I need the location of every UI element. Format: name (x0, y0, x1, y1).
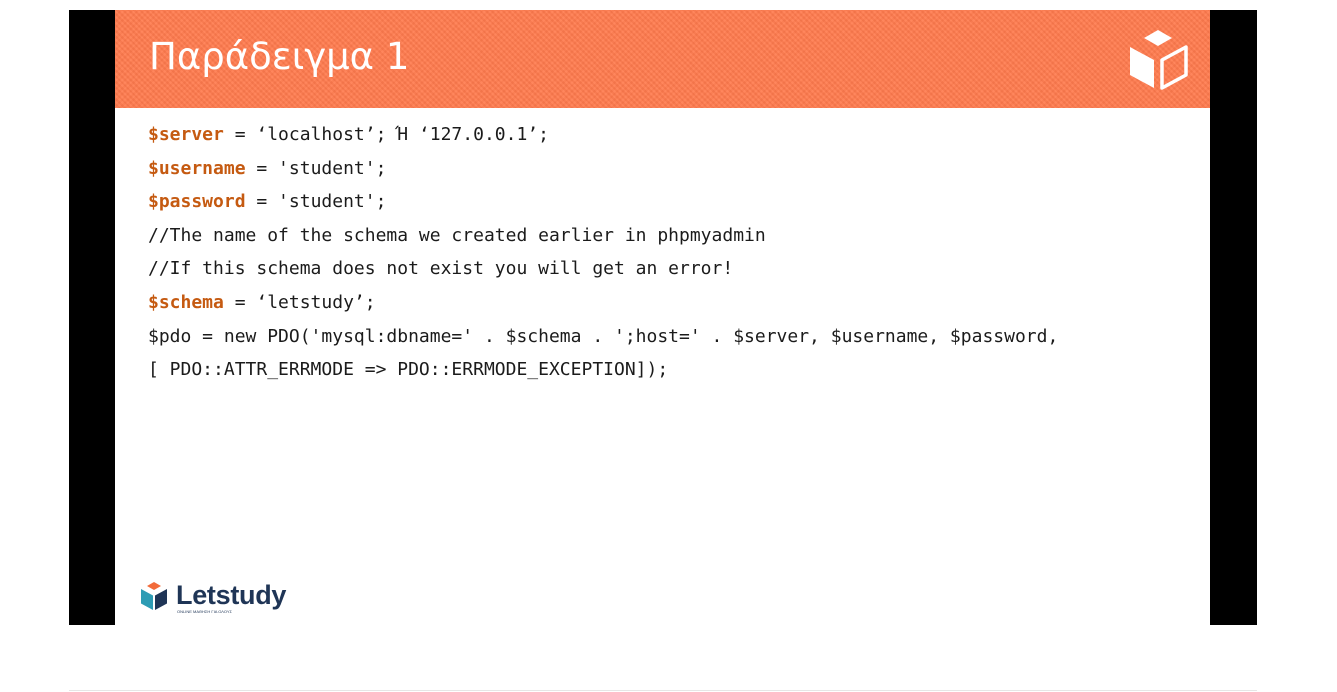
code-text: = 'student'; (245, 157, 387, 179)
code-line: $password = 'student'; (148, 185, 1058, 219)
letstudy-cube-icon (141, 582, 167, 610)
code-line: $server = ‘localhost’; Ή ‘127.0.0.1’; (148, 118, 1058, 152)
code-line: $pdo = new PDO('mysql:dbname=' . $schema… (148, 320, 1058, 354)
code-text: = 'student'; (245, 191, 387, 213)
code-line: //If this schema does not exist you will… (148, 252, 1058, 286)
code-text: $pdo = new PDO('mysql:dbname=' . $schema… (148, 325, 1059, 347)
video-frame[interactable]: Παράδειγμα 1 $server = ‘localhost’; Ή ‘1… (69, 10, 1257, 625)
letstudy-logo: Letstudy ONLINE ΜΑΘΗΣΗ ΓΙΑ ΟΛΟΥΣ (140, 581, 286, 614)
code-comment: //If this schema does not exist you will… (148, 258, 734, 280)
code-line: $username = 'student'; (148, 152, 1058, 186)
code-variable: $schema (148, 291, 224, 313)
code-variable: $username (148, 157, 246, 179)
bottom-divider (69, 690, 1257, 691)
code-variable: $server (148, 124, 224, 145)
slide-header: Παράδειγμα 1 (115, 10, 1210, 108)
cube-logo-icon (1130, 30, 1188, 90)
code-block: $server = ‘localhost’; Ή ‘127.0.0.1’; $u… (148, 118, 1058, 387)
code-line: //The name of the schema we created earl… (148, 219, 1058, 253)
brand-name: Letstudy (176, 580, 287, 610)
code-text: = ‘letstudy’; (223, 291, 376, 313)
code-variable: $password (148, 191, 246, 213)
code-text: = ‘localhost’; Ή ‘127.0.0.1’; (223, 124, 549, 145)
code-text: [ PDO::ATTR_ERRMODE => PDO::ERRMODE_EXCE… (148, 359, 669, 381)
slide: Παράδειγμα 1 $server = ‘localhost’; Ή ‘1… (115, 10, 1210, 625)
code-line: $schema = ‘letstudy’; (148, 286, 1058, 320)
code-comment: //The name of the schema we created earl… (148, 224, 766, 246)
code-line: [ PDO::ATTR_ERRMODE => PDO::ERRMODE_EXCE… (148, 353, 1058, 387)
slide-title: Παράδειγμα 1 (149, 35, 410, 78)
